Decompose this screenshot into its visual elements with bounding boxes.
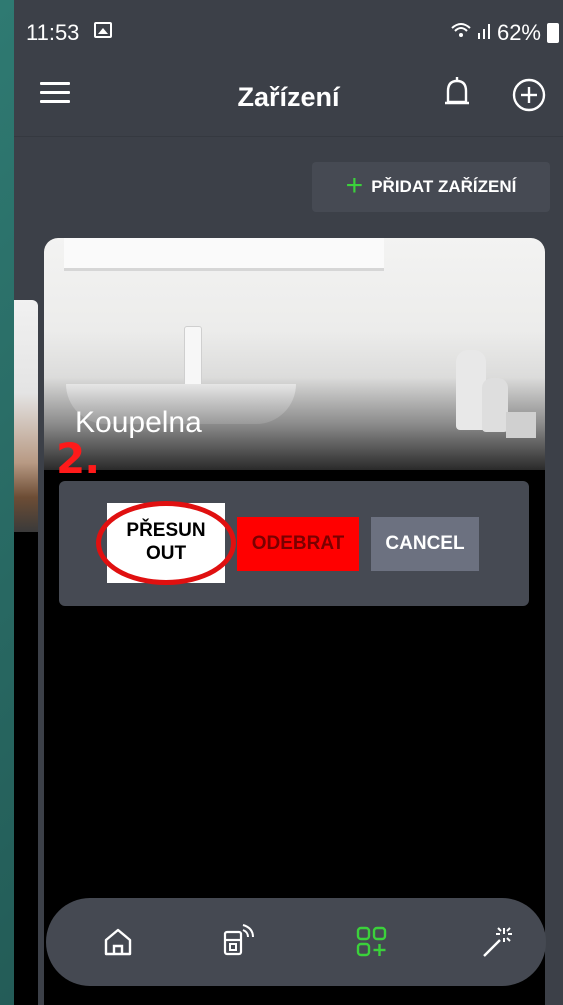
devices-icon[interactable] — [216, 922, 256, 962]
remove-button[interactable]: ODEBRAT — [237, 517, 359, 571]
room-card: Koupelna 2. PŘESUN OUT ODEBRAT CANCEL — [44, 238, 545, 1005]
phone-screen: 11:53 62% Zařízení + PŘIDAT ZAŘÍZENÍ Kou… — [14, 0, 563, 1005]
image-notification-icon — [94, 22, 112, 38]
move-out-button[interactable]: PŘESUN OUT — [107, 503, 225, 583]
adjacent-room-card-body — [14, 532, 38, 1005]
cancel-button[interactable]: CANCEL — [371, 517, 479, 571]
grid-add-icon[interactable] — [352, 922, 392, 962]
battery-percent: 62% — [496, 20, 541, 45]
add-device-label: PŘIDAT ZAŘÍZENÍ — [371, 177, 517, 196]
app-bar: Zařízení — [14, 56, 563, 137]
battery-icon — [547, 23, 559, 43]
bell-icon[interactable] — [442, 76, 472, 112]
plus-icon: + — [345, 168, 364, 202]
adjacent-room-card[interactable] — [14, 300, 38, 532]
move-label-line1: PŘESUN — [126, 520, 206, 542]
wifi-icon — [451, 22, 471, 45]
status-time: 11:53 — [26, 20, 80, 45]
room-action-panel: PŘESUN OUT ODEBRAT CANCEL — [59, 481, 529, 606]
page-title: Zařízení — [237, 82, 340, 112]
home-icon[interactable] — [98, 922, 138, 962]
add-circle-icon[interactable] — [512, 78, 546, 112]
magic-wand-icon[interactable] — [476, 922, 516, 962]
status-bar: 11:53 62% — [14, 0, 563, 56]
move-label-line2: OUT — [145, 543, 187, 564]
signal-icon — [477, 23, 491, 44]
bottom-nav — [46, 898, 546, 986]
status-right: 62% — [451, 20, 559, 46]
add-device-button[interactable]: + PŘIDAT ZAŘÍZENÍ — [312, 162, 550, 212]
step-annotation: 2. — [56, 434, 100, 483]
